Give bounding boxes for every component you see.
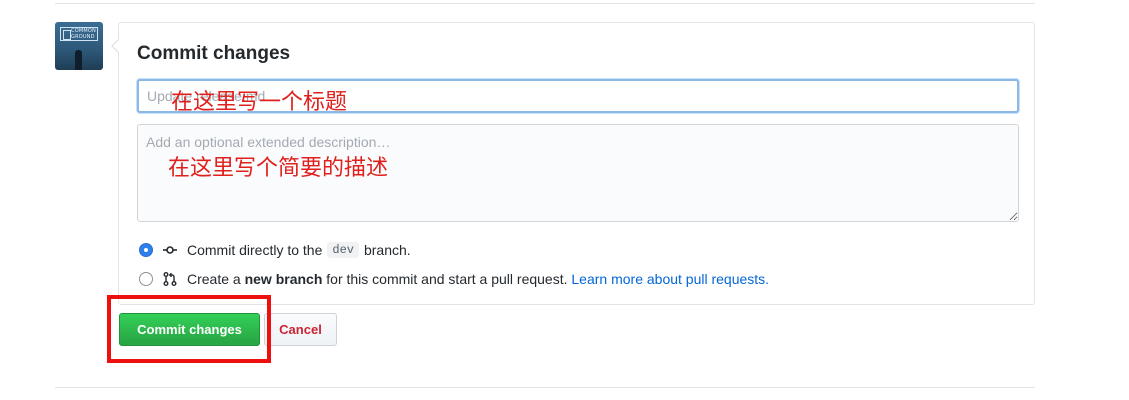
commit-description-textarea[interactable] [137, 124, 1019, 222]
option-commit-directly[interactable]: Commit directly to the dev branch. [139, 240, 411, 260]
commit-form: Commit changes 在这里写一个标题 在这里写个简要的描述 Commi… [111, 22, 1035, 305]
cancel-button[interactable]: Cancel [264, 313, 337, 346]
commit-form-title: Commit changes [137, 43, 291, 64]
commit-changes-button[interactable]: Commit changes [119, 313, 260, 346]
branch-name: dev [327, 242, 359, 258]
option-branch-text-after: for this commit and start a pull request… [322, 271, 568, 287]
learn-more-link[interactable]: Learn more about pull requests. [571, 271, 769, 287]
radio-commit-directly[interactable] [139, 243, 153, 257]
git-pull-request-icon [163, 272, 177, 286]
option-branch-bold-text: new branch [244, 271, 323, 287]
avatar-sign: COMMON GROUND [60, 27, 98, 41]
option-direct-text-after: branch. [363, 242, 411, 258]
option-branch-text-before: Create a [187, 271, 245, 287]
avatar: COMMON GROUND [55, 22, 103, 70]
option-direct-text-before: Commit directly to the [187, 242, 323, 258]
avatar-figure [75, 50, 82, 70]
git-commit-icon [163, 246, 177, 254]
option-new-branch[interactable]: Create a new branch for this commit and … [139, 269, 769, 289]
bottom-divider [55, 387, 1035, 388]
top-divider [55, 0, 1035, 4]
commit-summary-input[interactable] [137, 79, 1019, 113]
radio-new-branch[interactable] [139, 272, 153, 286]
